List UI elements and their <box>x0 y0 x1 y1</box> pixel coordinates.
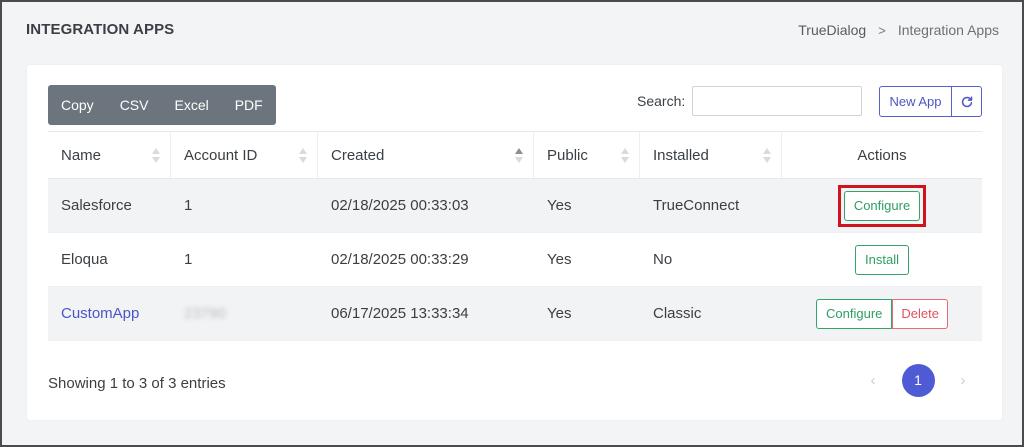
app-window: INTEGRATION APPS TrueDialog > Integratio… <box>0 0 1024 447</box>
cell-installed: Classic <box>653 305 702 322</box>
cell-installed: No <box>653 251 673 268</box>
table-row: Eloqua 1 02/18/2025 00:33:29 Yes No Inst… <box>48 233 982 287</box>
cell-name: CustomApp <box>48 287 171 340</box>
cell-name: Salesforce <box>61 197 132 214</box>
sort-icon <box>152 146 160 166</box>
column-label: Actions <box>857 146 907 164</box>
cell-actions: Configure Delete <box>782 287 982 340</box>
highlight-annotation: Configure <box>837 184 927 227</box>
cell-public: Yes <box>547 251 572 268</box>
cell-created: 06/17/2025 13:33:34 <box>331 305 469 322</box>
cell-created: 02/18/2025 00:33:03 <box>331 197 469 214</box>
excel-button[interactable]: Excel <box>161 85 221 125</box>
configure-button[interactable]: Configure <box>816 298 893 329</box>
app-name-link[interactable]: CustomApp <box>61 305 139 322</box>
delete-button[interactable]: Delete <box>892 298 948 329</box>
search-input[interactable] <box>692 86 862 116</box>
cell-installed: TrueConnect <box>653 197 740 214</box>
refresh-icon <box>961 95 972 107</box>
redacted-account-id: 23790 <box>184 305 226 322</box>
column-header-name[interactable]: Name <box>48 132 171 178</box>
previous-page-button[interactable]: ‹ <box>863 372 883 389</box>
table-row: CustomApp 23790 06/17/2025 13:33:34 Yes … <box>48 287 982 341</box>
column-label: Account ID <box>184 146 258 164</box>
table-row: Salesforce 1 02/18/2025 00:33:03 Yes Tru… <box>48 179 982 233</box>
column-label: Created <box>331 146 385 164</box>
column-header-account-id[interactable]: Account ID <box>171 132 318 178</box>
cell-public: Yes <box>547 305 572 322</box>
column-label: Public <box>547 146 588 164</box>
sort-icon <box>763 146 771 166</box>
search-label: Search: <box>637 93 686 109</box>
column-header-created[interactable]: Created <box>318 132 534 178</box>
copy-button[interactable]: Copy <box>48 85 107 125</box>
sort-icon <box>621 146 629 166</box>
table-info: Showing 1 to 3 of 3 entries <box>48 375 226 392</box>
export-button-group: Copy CSV Excel PDF <box>48 85 276 125</box>
cell-actions: Configure <box>782 179 982 232</box>
column-header-public[interactable]: Public <box>534 132 640 178</box>
next-page-button[interactable]: › <box>953 372 973 389</box>
column-header-actions: Actions <box>782 132 982 178</box>
pagination: ‹ 1 › <box>863 363 973 397</box>
sort-ascending-icon <box>515 146 523 166</box>
breadcrumb-current: Integration Apps <box>897 22 999 38</box>
column-label: Installed <box>653 146 709 164</box>
column-label: Name <box>61 146 102 164</box>
cell-account-id: 1 <box>184 251 193 268</box>
breadcrumb-root-link[interactable]: TrueDialog <box>798 22 866 38</box>
cell-account-id: 23790 <box>171 287 318 340</box>
cell-actions: Install <box>782 233 982 286</box>
sort-icon <box>299 146 307 166</box>
cell-account-id: 1 <box>184 197 193 214</box>
cell-name: Eloqua <box>61 251 108 268</box>
pdf-button[interactable]: PDF <box>222 85 276 125</box>
cell-public: Yes <box>547 197 572 214</box>
apps-table: Name Account ID Created Public Installed <box>48 131 982 341</box>
breadcrumb: TrueDialog > Integration Apps <box>798 22 999 38</box>
table-header: Name Account ID Created Public Installed <box>48 131 982 179</box>
new-app-button[interactable]: New App <box>879 86 952 117</box>
page-1-button[interactable]: 1 <box>901 363 935 397</box>
page-title: INTEGRATION APPS <box>26 21 175 38</box>
column-header-installed[interactable]: Installed <box>640 132 782 178</box>
configure-button[interactable]: Configure <box>843 190 921 221</box>
refresh-button[interactable] <box>951 86 982 117</box>
csv-button[interactable]: CSV <box>107 85 162 125</box>
install-button[interactable]: Install <box>855 244 909 275</box>
apps-card: Copy CSV Excel PDF Search: New App Name … <box>27 65 1002 420</box>
breadcrumb-separator: > <box>878 22 886 38</box>
cell-created: 02/18/2025 00:33:29 <box>331 251 469 268</box>
